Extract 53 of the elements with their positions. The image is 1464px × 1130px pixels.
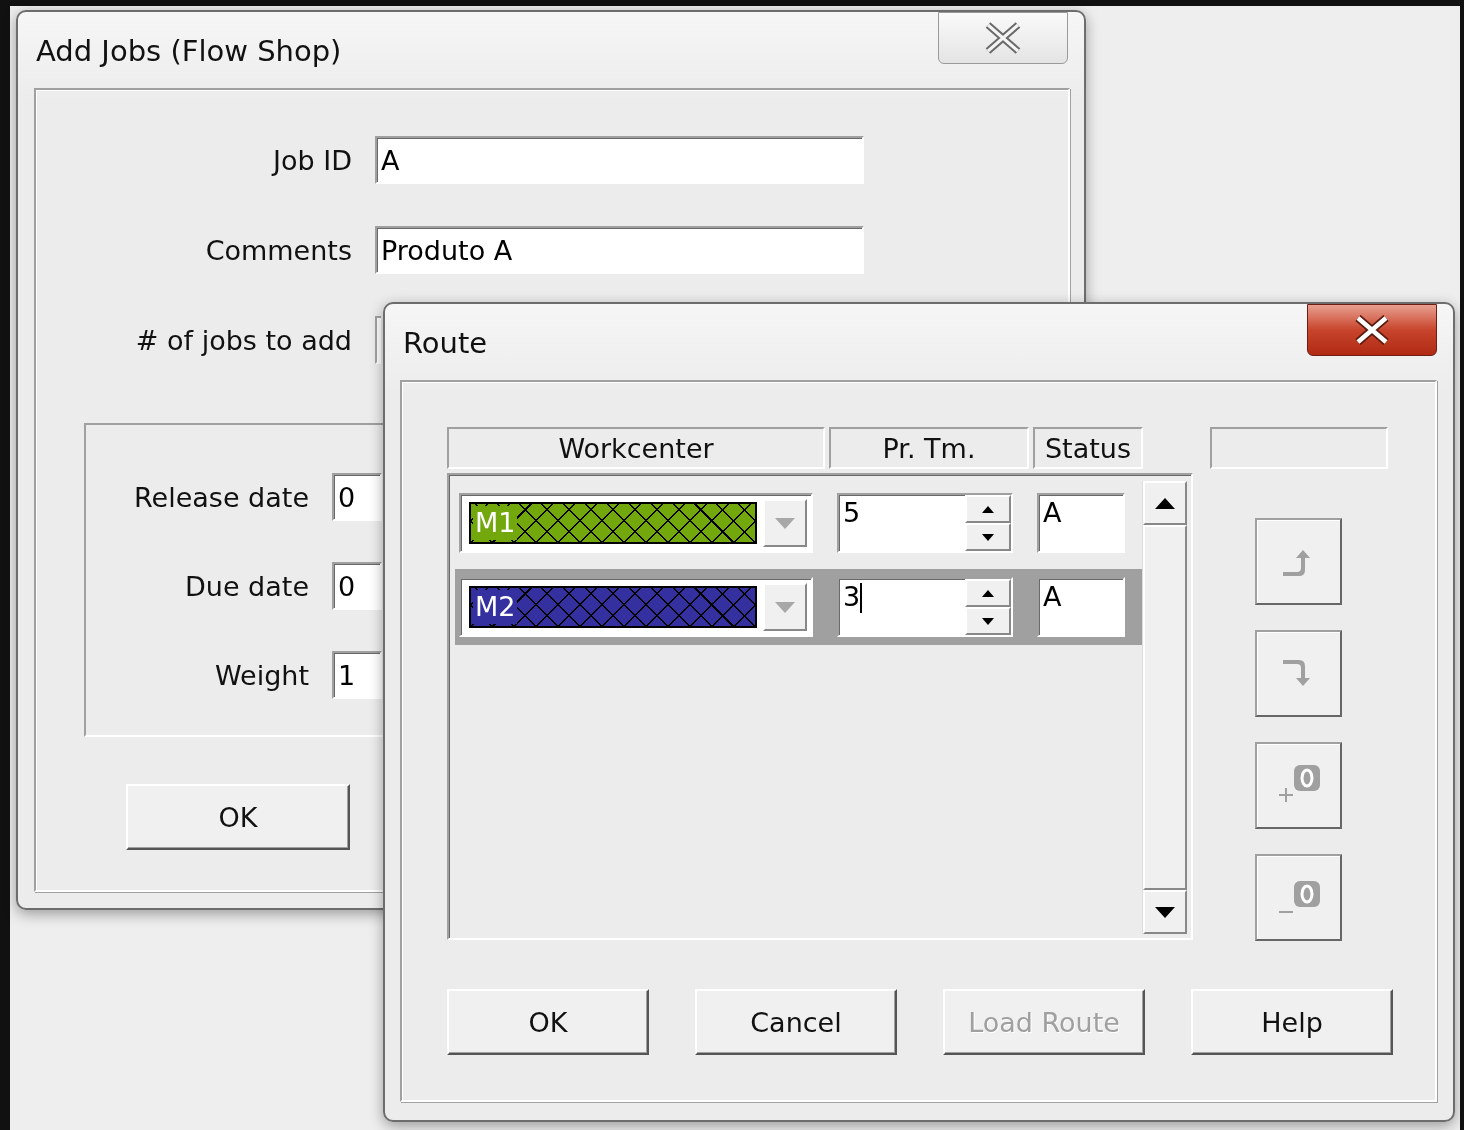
down-arrow-icon	[982, 617, 994, 625]
dialog-button[interactable]: OK	[447, 989, 649, 1055]
spin-up-button[interactable]	[965, 495, 1011, 523]
workcenter-name: M2	[473, 590, 518, 624]
route-row[interactable]: M1 5 A	[455, 485, 1142, 561]
text-cursor	[860, 583, 863, 613]
field-label: Job ID	[270, 144, 352, 176]
spin-field[interactable]: 5	[837, 493, 1013, 553]
close-icon	[985, 22, 1021, 54]
caret-icon	[775, 517, 795, 529]
status-field[interactable]: A	[1037, 493, 1125, 553]
spin-down-button[interactable]	[965, 607, 1011, 635]
spin-down-button[interactable]	[965, 523, 1011, 551]
column-header[interactable]: Workcenter	[447, 427, 825, 469]
scrollbar[interactable]	[1142, 481, 1187, 934]
dropdown-button[interactable]	[763, 583, 807, 631]
workcenter-name: M1	[473, 506, 518, 540]
field-label: Comments	[204, 234, 352, 266]
close-button[interactable]	[1307, 304, 1437, 356]
close-button[interactable]	[938, 12, 1068, 64]
field-label: Release date	[133, 481, 309, 513]
spin-field[interactable]: 3	[837, 577, 1013, 637]
dialog-button[interactable]: Cancel	[695, 989, 897, 1055]
column-header[interactable]: Status	[1033, 427, 1143, 469]
scroll-down-button[interactable]	[1143, 890, 1187, 934]
dialog-button[interactable]: Help	[1191, 989, 1393, 1055]
window-title: Add Jobs (Flow Shop)	[36, 34, 342, 68]
up-arrow-icon	[1155, 497, 1175, 509]
route-row[interactable]: M2 3 A	[455, 569, 1142, 645]
status-field[interactable]: A	[1037, 577, 1125, 637]
caret-icon	[775, 601, 795, 613]
column-header[interactable]: Pr. Tm.	[829, 427, 1029, 469]
up-arrow-icon	[982, 589, 994, 597]
spin-up-button[interactable]	[965, 579, 1011, 607]
minus-zero-icon	[1276, 880, 1321, 915]
text-field[interactable]	[375, 316, 381, 364]
ok-button[interactable]: OK	[126, 784, 350, 850]
down-arrow-icon	[982, 533, 994, 541]
text-field[interactable]: A	[375, 136, 864, 184]
close-icon	[1355, 315, 1389, 345]
text-field[interactable]: 0	[332, 562, 382, 610]
workcenter-dropdown[interactable]: M2	[459, 577, 813, 637]
field-label: Weight	[213, 659, 309, 691]
up-arrow-icon	[982, 505, 994, 513]
scroll-up-button[interactable]	[1143, 481, 1187, 525]
field-label: # of jobs to add	[134, 324, 352, 356]
text-field[interactable]: 0	[332, 473, 382, 521]
text-field[interactable]: Produto A	[375, 226, 864, 274]
dropdown-button[interactable]	[763, 499, 807, 547]
text-field[interactable]: 1	[332, 651, 382, 699]
window-title: Route	[403, 326, 488, 360]
field-label: Due date	[184, 570, 309, 602]
down-arrow-icon	[1155, 906, 1175, 918]
